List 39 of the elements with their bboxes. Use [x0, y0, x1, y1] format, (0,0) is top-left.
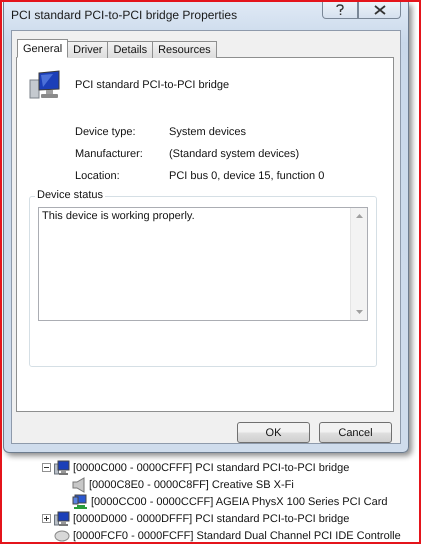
- status-text-box[interactable]: This device is working properly.: [38, 207, 368, 321]
- tree-item-label[interactable]: [0000C8E0 - 0000C8FF] Creative SB X-Fi: [89, 478, 294, 490]
- window-title: PCI standard PCI-to-PCI bridge Properties: [11, 8, 238, 22]
- scrollbar[interactable]: [350, 208, 367, 320]
- computer-icon: [29, 70, 61, 100]
- property-value: System devices: [169, 126, 246, 138]
- tab[interactable]: Driver: [67, 41, 108, 58]
- property-value: (Standard system devices): [169, 148, 300, 160]
- property-label: Manufacturer:: [75, 148, 143, 160]
- plus-icon: [43, 515, 50, 522]
- up-arrow-icon: [356, 214, 362, 218]
- device-name: PCI standard PCI-to-PCI bridge: [75, 79, 230, 91]
- dialog-button[interactable]: Cancel: [319, 422, 392, 443]
- tab[interactable]: General: [17, 39, 68, 58]
- tree-item-label[interactable]: [0000D000 - 0000DFFF] PCI standard PCI-to-PCI bridge: [73, 512, 350, 524]
- down-arrow-icon: [356, 310, 362, 314]
- network-computer-icon: [72, 494, 88, 510]
- help-icon: [336, 4, 344, 16]
- property-label: Location:: [75, 170, 120, 182]
- collapse-toggle[interactable]: [42, 463, 51, 472]
- monitor-icon: [54, 510, 70, 526]
- close-button[interactable]: [358, 2, 401, 19]
- dialog-button[interactable]: OK: [237, 422, 310, 443]
- monitor-icon: [54, 460, 70, 476]
- tab[interactable]: Details: [107, 41, 154, 58]
- minus-icon: [43, 464, 50, 471]
- tree-item-label[interactable]: [0000FCF0 - 0000FCFF] Standard Dual Channel PCI IDE Controlle: [73, 530, 401, 542]
- property-label: Device type:: [75, 126, 136, 138]
- drive-icon: [54, 528, 70, 542]
- tab[interactable]: Resources: [152, 41, 217, 58]
- status-message: This device is working properly.: [41, 209, 196, 224]
- close-icon: [374, 4, 386, 14]
- property-value: PCI bus 0, device 15, function 0: [169, 170, 324, 182]
- speaker-icon: [72, 476, 86, 492]
- tree-item-label[interactable]: [0000C000 - 0000CFFF] PCI standard PCI-to-PCI bridge: [73, 462, 350, 474]
- expand-toggle[interactable]: [42, 514, 51, 523]
- help-button[interactable]: [322, 2, 358, 19]
- tree-item-label[interactable]: [0000CC00 - 0000CCFF] AGEIA PhysX 100 Series PCI Card: [91, 496, 388, 508]
- group-title: Device status: [35, 189, 106, 201]
